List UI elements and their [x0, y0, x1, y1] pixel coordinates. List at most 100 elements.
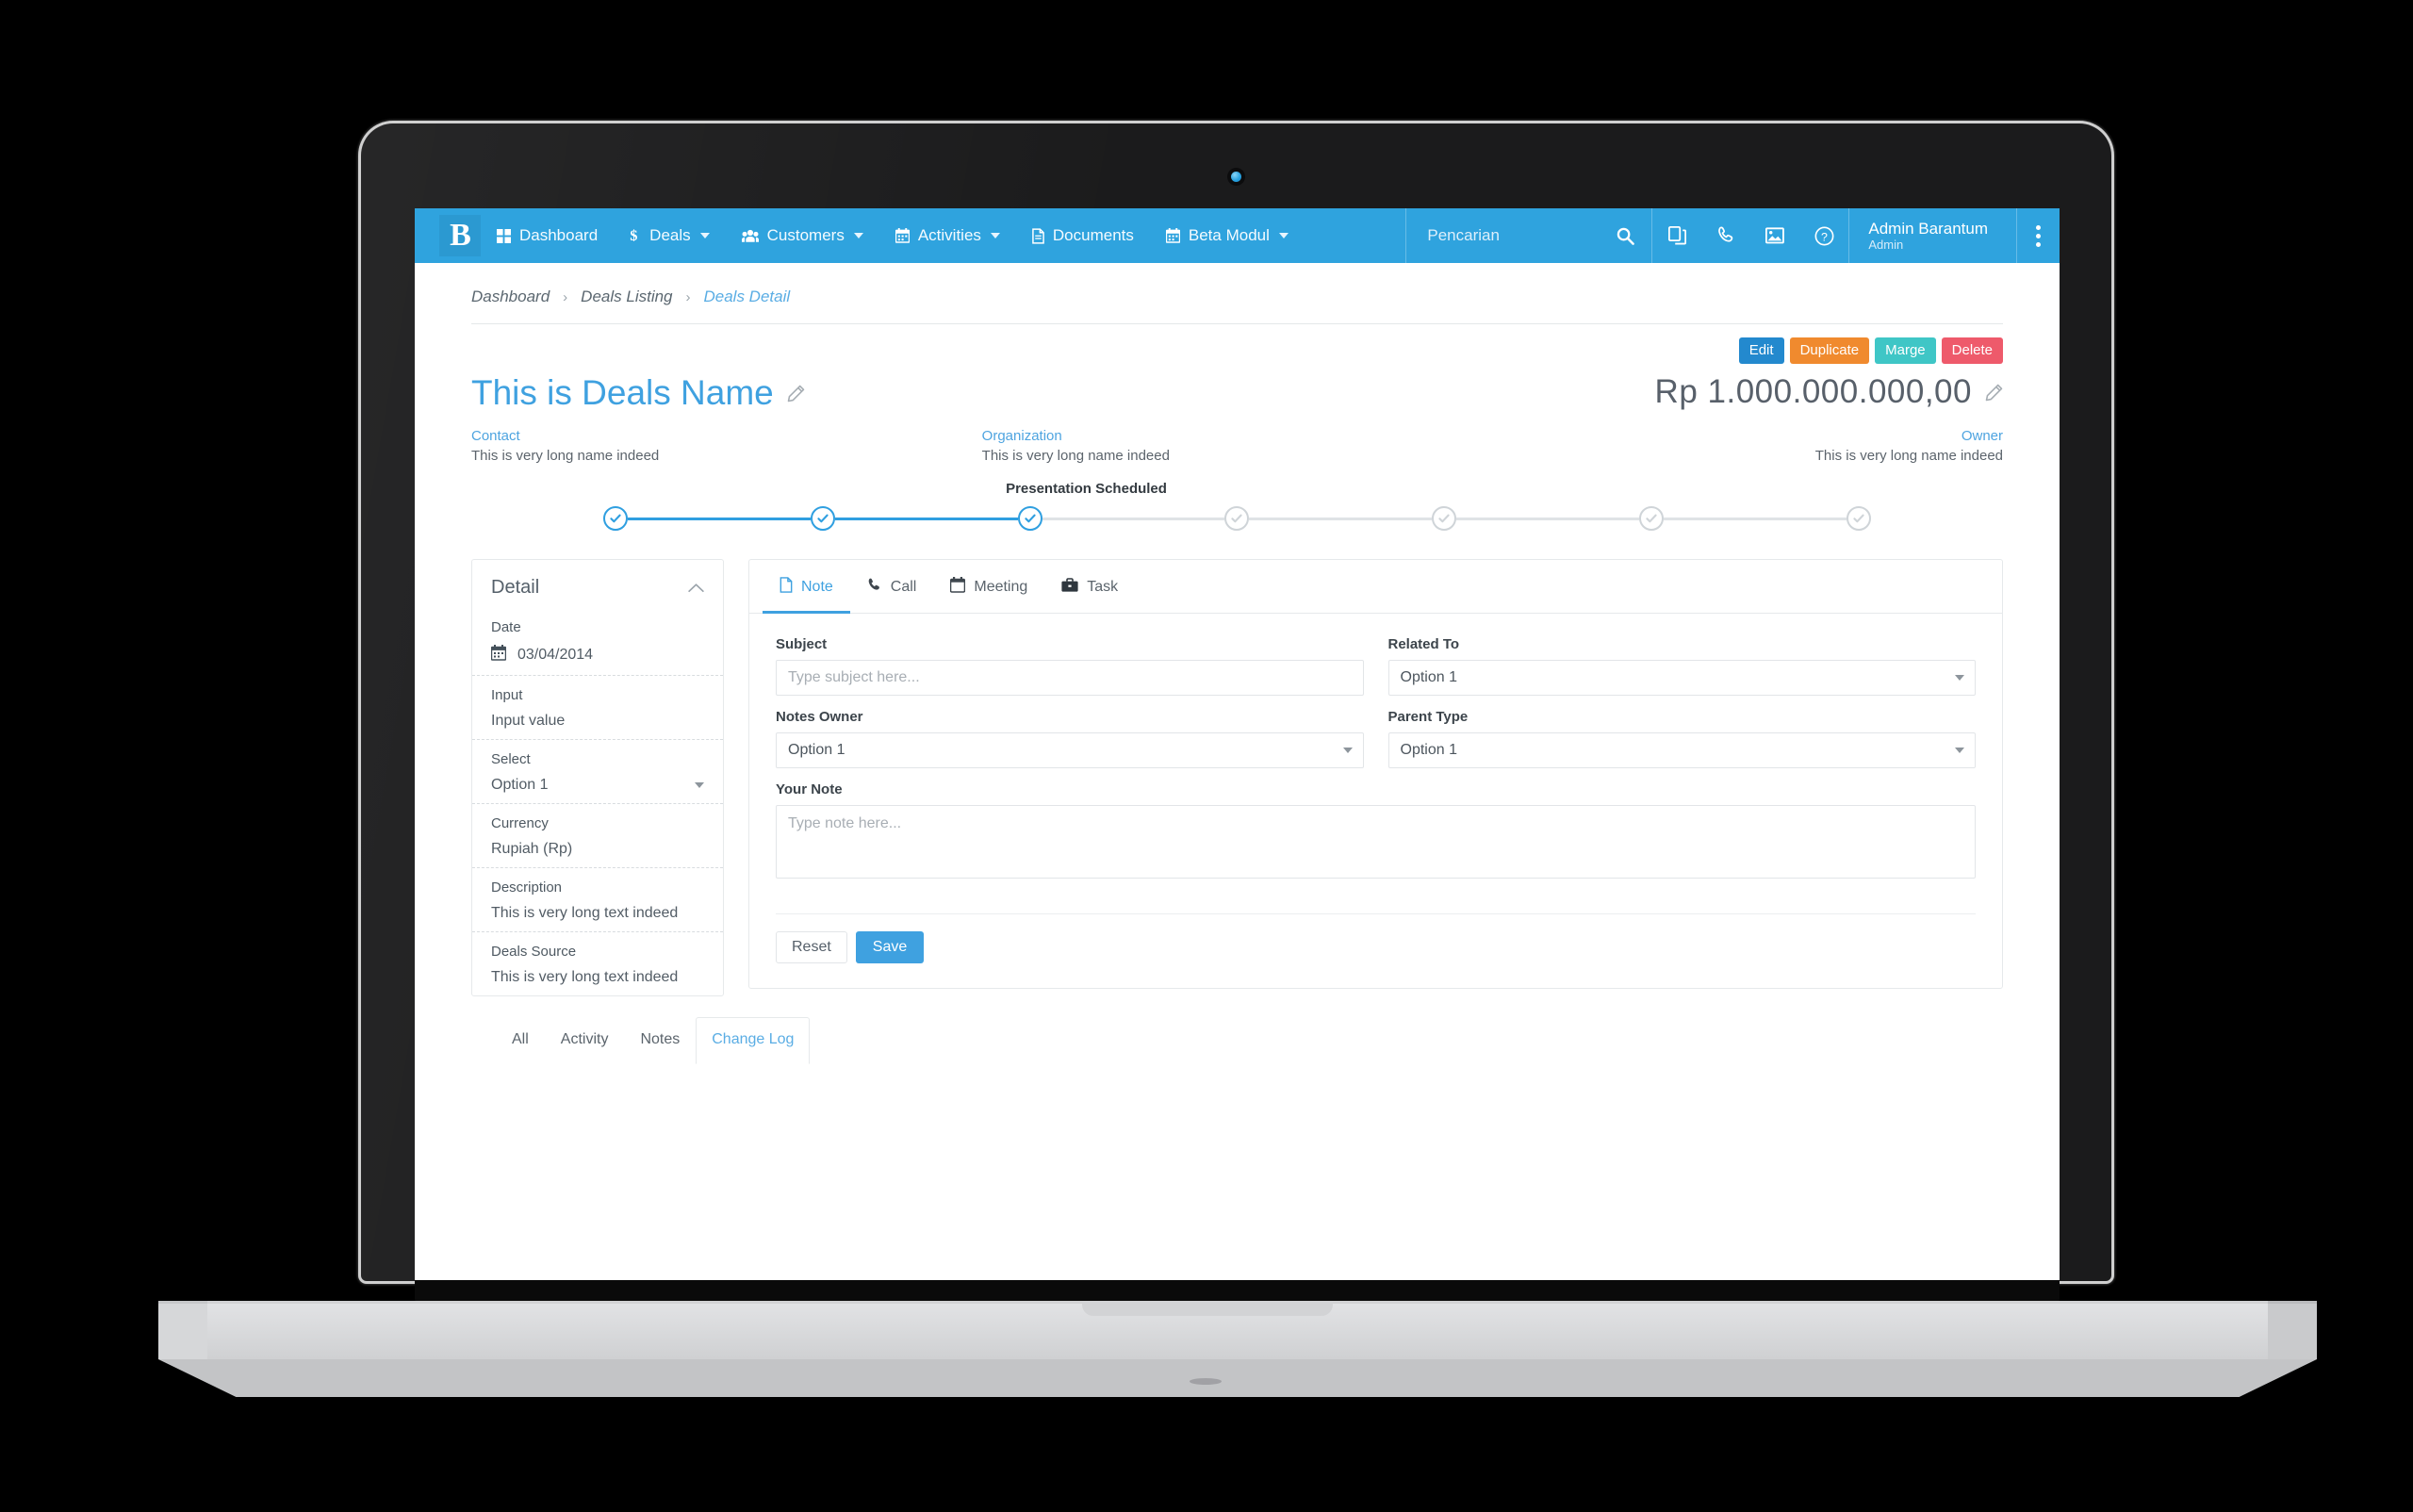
stage-track [471, 506, 2003, 531]
delete-button[interactable]: Delete [1941, 337, 2003, 364]
form-group-related-to: Related To Option 1 [1387, 636, 1976, 696]
kebab-dot [2036, 233, 2041, 238]
edit-pencil-icon[interactable] [787, 385, 805, 403]
laptop-foot [1190, 1378, 1222, 1385]
meta-label: Organization [981, 428, 1062, 444]
stage-current-label: Presentation Scheduled [1006, 481, 1167, 497]
nav-item-label: Dashboard [519, 226, 599, 244]
phone-icon [867, 577, 882, 598]
user-menu[interactable]: Admin Barantum Admin [1848, 208, 2016, 263]
edit-button[interactable]: Edit [1738, 337, 1784, 364]
breadcrumb-item-deals-detail[interactable]: Deals Detail [704, 288, 791, 306]
chevron-down-icon [699, 233, 710, 238]
action-button-bar: Edit Duplicate Marge Delete [415, 324, 2060, 364]
stage-step-6[interactable] [1639, 506, 1665, 531]
people-icon [741, 229, 759, 243]
calendar-icon [950, 577, 966, 598]
breadcrumb-item-deals-listing[interactable]: Deals Listing [581, 288, 672, 306]
tab-label: Call [890, 579, 917, 595]
svg-text:?: ? [1821, 230, 1828, 243]
chevron-down-icon [990, 233, 1000, 238]
tab-call[interactable]: Call [850, 560, 934, 614]
detail-field-select[interactable]: Select Option 1 [472, 739, 723, 803]
edit-pencil-icon[interactable] [1985, 384, 2003, 402]
meta-owner: Owner This is very long name indeed [1492, 428, 2003, 464]
kebab-dot [2036, 241, 2041, 247]
top-navigation-bar: B Dashboard $ Deals Customers Activities… [415, 208, 2060, 263]
stage-step-7[interactable] [1846, 506, 1871, 531]
stage-step-2[interactable] [810, 506, 835, 531]
chevron-down-icon [853, 233, 863, 238]
your-note-textarea[interactable] [776, 805, 1976, 879]
stage-step-1[interactable] [603, 506, 628, 531]
nav-item-deals[interactable]: $ Deals [614, 208, 725, 263]
nav-item-documents[interactable]: Documents [1016, 208, 1150, 263]
parent-type-select[interactable]: Option 1 [1387, 732, 1976, 768]
image-icon[interactable] [1750, 208, 1799, 263]
breadcrumb: Dashboard › Deals Listing › Deals Detail [471, 288, 2003, 323]
stage-step-5[interactable] [1432, 506, 1457, 531]
detail-field-label: Input [491, 687, 523, 703]
detail-field-input: Input Input value [472, 675, 723, 739]
nav-item-label: Deals [649, 226, 691, 244]
tab-note[interactable]: Note [763, 560, 850, 614]
dollar-icon: $ [630, 228, 641, 244]
breadcrumb-item-dashboard[interactable]: Dashboard [471, 288, 550, 306]
activity-tab-bar: Note Call Meeting Task [749, 560, 2002, 614]
document-icon [1032, 227, 1044, 244]
notes-owner-select[interactable]: Option 1 [776, 732, 1364, 768]
tab-change-log[interactable]: Change Log [696, 1017, 811, 1064]
nav-item-beta-modul[interactable]: Beta Modul [1150, 208, 1305, 263]
more-options-button[interactable] [2016, 208, 2060, 263]
tab-label: Task [1087, 579, 1119, 595]
tab-all[interactable]: All [496, 1017, 545, 1064]
related-to-value: Option 1 [1400, 669, 1457, 685]
nav-left-group: B Dashboard $ Deals Customers Activities… [415, 208, 1305, 263]
webcam-led [1231, 172, 1241, 182]
detail-field-value: Option 1 [491, 777, 549, 793]
stage-step-4[interactable] [1224, 506, 1250, 531]
detail-field-value: 03/04/2014 [517, 647, 594, 663]
subject-input[interactable] [776, 660, 1364, 696]
nav-item-dashboard[interactable]: Dashboard [481, 208, 614, 263]
webcam-icon [1227, 168, 1245, 186]
copy-icon[interactable] [1652, 208, 1701, 263]
your-note-label: Your Note [776, 781, 843, 797]
marge-button[interactable]: Marge [1875, 337, 1936, 364]
phone-icon[interactable] [1701, 208, 1750, 263]
deal-amount-value: Rp 1.000.000.000,00 [1654, 373, 1972, 410]
reset-button[interactable]: Reset [776, 931, 847, 963]
laptop-mockup: B Dashboard $ Deals Customers Activities… [0, 0, 2413, 1512]
meta-label: Contact [471, 428, 520, 444]
detail-field-label: Deals Source [491, 944, 577, 960]
tab-task[interactable]: Task [1044, 560, 1135, 614]
duplicate-button[interactable]: Duplicate [1789, 337, 1870, 364]
note-form: Subject Related To Option 1 [749, 614, 2002, 988]
nav-item-activities[interactable]: Activities [879, 208, 1016, 263]
laptop-base-left-edge [158, 1301, 207, 1359]
form-row: Your Note [776, 781, 1976, 896]
search-icon[interactable] [1617, 227, 1635, 245]
detail-select-row[interactable]: Option 1 [491, 777, 704, 794]
help-icon[interactable]: ? [1799, 208, 1848, 263]
nav-item-customers[interactable]: Customers [726, 208, 879, 263]
tab-notes[interactable]: Notes [624, 1017, 696, 1064]
save-button[interactable]: Save [855, 931, 925, 963]
chevron-up-icon[interactable] [688, 577, 704, 599]
detail-field-value: This is very long text indeed [491, 969, 679, 985]
breadcrumb-separator-icon: › [685, 288, 691, 305]
search-input[interactable]: Pencarian [1405, 208, 1653, 263]
deal-header: This is Deals Name Rp 1.000.000.000,00 [415, 364, 2060, 413]
meta-value: This is very long name indeed [471, 448, 660, 464]
nav-item-label: Documents [1052, 226, 1134, 244]
stage-step-3[interactable] [1017, 506, 1042, 531]
related-to-select[interactable]: Option 1 [1387, 660, 1976, 696]
tab-meeting[interactable]: Meeting [933, 560, 1044, 614]
deal-name: This is Deals Name [471, 373, 774, 412]
brand-logo[interactable]: B [439, 215, 481, 256]
laptop-hinge [415, 1280, 2060, 1303]
tab-activity[interactable]: Activity [545, 1017, 625, 1064]
stage-connector [1249, 517, 1433, 520]
breadcrumb-separator-icon: › [563, 288, 568, 305]
